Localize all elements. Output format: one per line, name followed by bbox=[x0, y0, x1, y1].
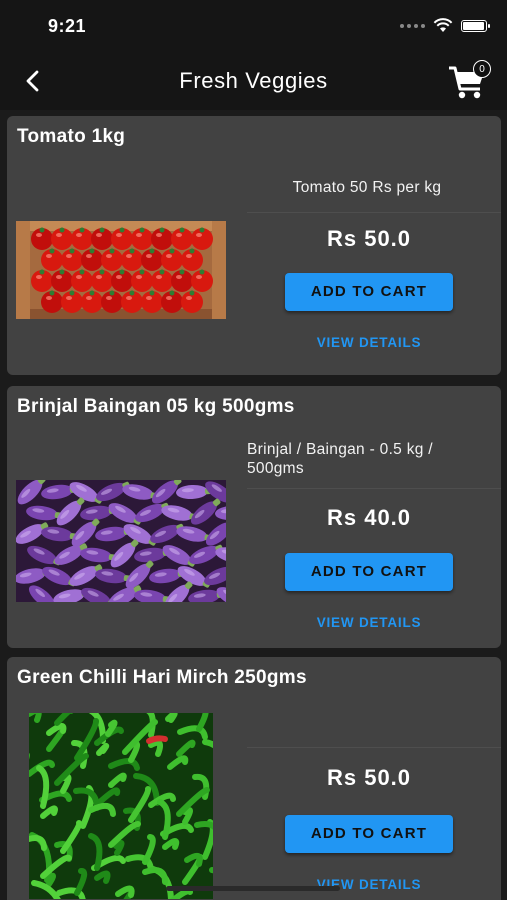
divider bbox=[247, 212, 501, 213]
app-bar: Fresh Veggies 0 bbox=[0, 52, 507, 110]
page-title: Fresh Veggies bbox=[179, 68, 328, 93]
product-price: Rs 50.0 bbox=[326, 765, 412, 790]
tomatoes-crate-image bbox=[16, 221, 226, 319]
status-time: 9:21 bbox=[48, 16, 87, 36]
cart-button[interactable]: 0 bbox=[447, 60, 491, 100]
product-card: Tomato 1kg Tomato 50 Rs per kg Rs 50.0 A… bbox=[7, 116, 501, 375]
add-to-cart-button[interactable]: ADD TO CART bbox=[285, 553, 453, 591]
home-indicator bbox=[166, 886, 340, 891]
product-description: Tomato 50 Rs per kg bbox=[292, 179, 442, 196]
product-card: Brinjal Baingan 05 kg 500gms Brinjal / B… bbox=[7, 386, 501, 648]
divider bbox=[247, 747, 501, 748]
product-title: Brinjal Baingan 05 kg 500gms bbox=[17, 396, 295, 417]
product-card: Green Chilli Hari Mirch 250gms Rs 50.0 A… bbox=[7, 657, 501, 900]
product-description: Brinjal / Baingan - 0.5 kg / 500gms bbox=[247, 441, 433, 477]
add-to-cart-button[interactable]: ADD TO CART bbox=[285, 273, 453, 311]
product-title: Tomato 1kg bbox=[17, 126, 126, 147]
cart-count-badge: 0 bbox=[473, 60, 491, 78]
brinjal-pile-image bbox=[16, 480, 226, 602]
status-icons bbox=[400, 18, 490, 33]
status-bar: 9:21 bbox=[0, 0, 507, 52]
product-price: Rs 50.0 bbox=[326, 226, 412, 251]
product-list: Tomato 1kg Tomato 50 Rs per kg Rs 50.0 A… bbox=[0, 110, 507, 900]
green-chilli-pile-image bbox=[29, 713, 213, 899]
product-title: Green Chilli Hari Mirch 250gms bbox=[17, 667, 307, 688]
battery-level bbox=[463, 21, 484, 30]
divider bbox=[247, 488, 501, 489]
view-details-link[interactable]: VIEW DETAILS bbox=[247, 615, 491, 630]
add-to-cart-button[interactable]: ADD TO CART bbox=[285, 815, 453, 853]
battery-icon bbox=[461, 19, 490, 32]
product-price: Rs 40.0 bbox=[326, 505, 412, 530]
view-details-link[interactable]: VIEW DETAILS bbox=[247, 335, 491, 350]
cellular-signal-icon bbox=[400, 23, 425, 28]
wifi-icon bbox=[433, 18, 453, 32]
